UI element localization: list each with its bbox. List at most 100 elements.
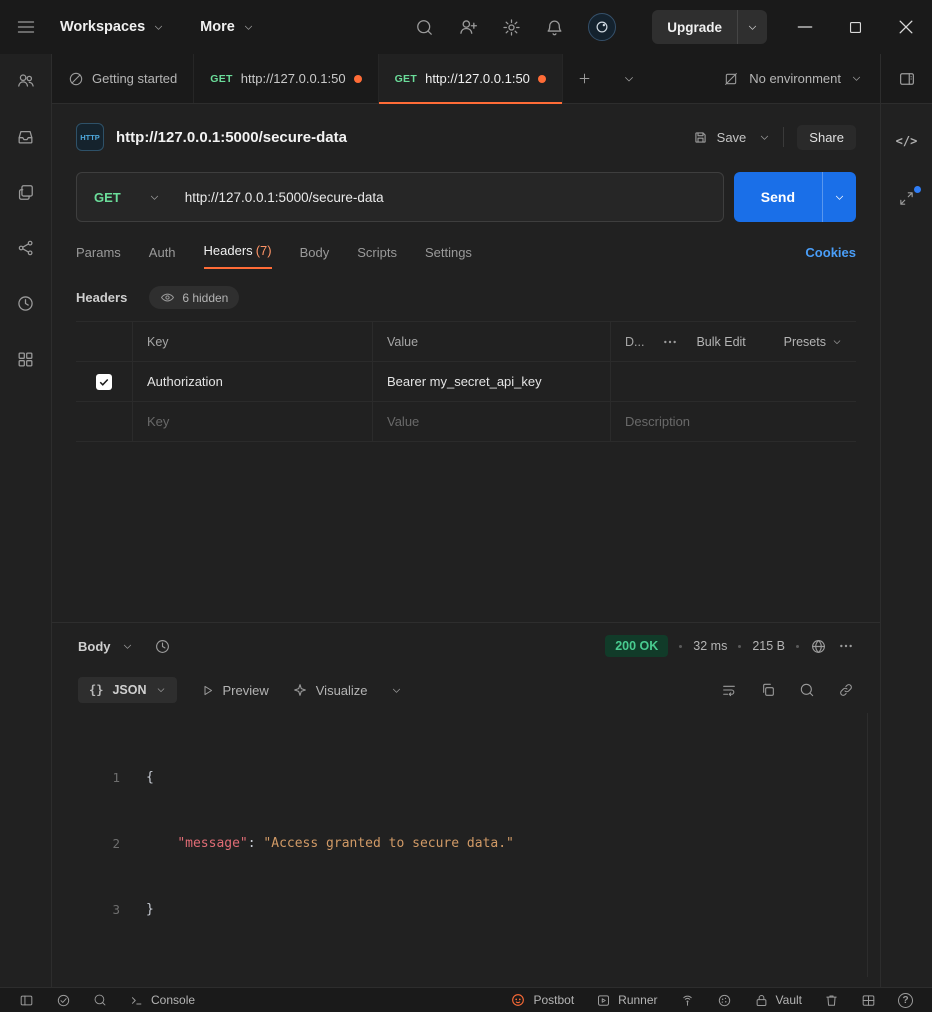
response-body-viewer[interactable]: 1 { 2 "message": "Access granted to secu… — [52, 711, 880, 987]
tab-params[interactable]: Params — [76, 245, 121, 269]
value-cell-placeholder[interactable]: Value — [372, 402, 610, 441]
value-cell[interactable]: Bearer my_secret_api_key — [372, 362, 610, 401]
upgrade-button[interactable]: Upgrade — [652, 10, 767, 44]
environments-icon[interactable] — [16, 183, 35, 202]
workspaces-menu[interactable]: Workspaces — [60, 19, 164, 35]
two-pane-view-button[interactable] — [850, 993, 887, 1008]
collections-icon[interactable] — [16, 127, 35, 146]
key-cell-placeholder[interactable]: Key — [132, 402, 372, 441]
cookies-link[interactable]: Cookies — [805, 245, 856, 269]
user-avatar[interactable] — [588, 13, 616, 41]
method-select[interactable]: GET — [77, 190, 177, 205]
upgrade-chevron-icon[interactable] — [737, 10, 767, 44]
send-label[interactable]: Send — [734, 172, 822, 222]
request-editor: HTTP http://127.0.0.1:5000/secure-data S… — [52, 104, 880, 622]
settings-gear-icon[interactable] — [502, 18, 521, 37]
cookie-icon — [717, 993, 732, 1008]
share-button[interactable]: Share — [797, 125, 856, 150]
preview-label: Preview — [223, 683, 269, 698]
bulk-edit-button[interactable]: Bulk Edit — [696, 335, 745, 349]
topbar-actions: Upgrade — [415, 10, 767, 44]
tab-getting-started[interactable]: Getting started — [52, 54, 194, 103]
more-tools-grid-icon[interactable] — [16, 350, 35, 369]
code-line: 1 { — [52, 767, 880, 789]
tab-body[interactable]: Body — [300, 245, 330, 269]
status-badge[interactable]: 200 OK — [605, 635, 668, 657]
help-button[interactable]: ? — [887, 993, 924, 1008]
capture-requests-button[interactable] — [669, 993, 706, 1008]
postbot-icon — [510, 992, 526, 1008]
link-icon[interactable] — [838, 682, 854, 698]
trash-button[interactable] — [813, 993, 850, 1008]
response-more-options-icon[interactable] — [838, 638, 854, 654]
environment-selector[interactable]: No environment — [705, 54, 880, 103]
vault-button[interactable]: Vault — [743, 993, 813, 1008]
line-number: 1 — [52, 767, 120, 789]
find-button[interactable] — [82, 993, 118, 1007]
hidden-headers-toggle[interactable]: 6 hidden — [149, 286, 239, 309]
row-checkbox-checked[interactable] — [96, 374, 112, 390]
console-button[interactable]: Console — [118, 993, 206, 1008]
format-options-chevron-icon[interactable] — [391, 685, 402, 696]
scrollbar[interactable] — [867, 713, 868, 977]
invite-user-icon[interactable] — [458, 17, 478, 37]
save-options-chevron-icon[interactable] — [759, 132, 770, 143]
description-cell-placeholder[interactable]: Description — [610, 402, 856, 441]
cookies-button[interactable] — [706, 993, 743, 1008]
search-response-icon[interactable] — [799, 682, 815, 698]
history-icon[interactable] — [16, 294, 35, 313]
chevron-down-icon[interactable] — [122, 641, 133, 652]
statusbar-right: Postbot Runner Vault ? — [499, 992, 924, 1008]
globe-icon[interactable] — [810, 638, 827, 655]
flows-icon[interactable] — [17, 239, 35, 257]
expand-panel-icon[interactable] — [898, 190, 915, 207]
tab-auth[interactable]: Auth — [149, 245, 176, 269]
divider — [783, 127, 784, 147]
notifications-bell-icon[interactable] — [545, 18, 564, 37]
status-bar: Console Postbot Runner Vault ? — [0, 987, 932, 1012]
save-button[interactable]: Save — [692, 129, 747, 146]
preview-button[interactable]: Preview — [200, 683, 269, 698]
upgrade-label[interactable]: Upgrade — [652, 10, 737, 44]
request-tab-strip: Getting started GET http://127.0.0.1:50 … — [52, 54, 880, 104]
response-format-dropdown[interactable]: {} JSON — [78, 677, 177, 703]
runner-button[interactable]: Runner — [585, 993, 668, 1008]
window-minimize-icon[interactable] — [795, 17, 815, 37]
copy-icon[interactable] — [760, 682, 776, 698]
visualize-icon — [292, 682, 308, 698]
send-options-chevron-icon[interactable] — [822, 172, 856, 222]
row-checkbox-cell — [76, 402, 132, 441]
key-cell[interactable]: Authorization — [132, 362, 372, 401]
send-button[interactable]: Send — [734, 172, 856, 222]
tab-request-1[interactable]: GET http://127.0.0.1:50 — [194, 54, 378, 103]
new-tab-plus-icon[interactable] — [563, 54, 607, 103]
postbot-button[interactable]: Postbot — [499, 992, 585, 1008]
response-size[interactable]: 215 B — [752, 639, 785, 653]
tab-headers[interactable]: Headers(7) — [204, 243, 272, 269]
tab-settings[interactable]: Settings — [425, 245, 472, 269]
layout-grid-icon — [861, 993, 876, 1008]
wrap-text-icon[interactable] — [721, 682, 737, 698]
description-cell[interactable] — [610, 362, 856, 401]
team-icon[interactable] — [16, 71, 35, 90]
search-icon[interactable] — [415, 18, 434, 37]
response-body-dropdown[interactable]: Body — [78, 639, 111, 654]
code-snippet-icon[interactable]: </> — [896, 134, 918, 148]
connection-status-button[interactable] — [45, 993, 82, 1008]
url-input[interactable]: http://127.0.0.1:5000/secure-data — [177, 190, 384, 205]
hamburger-menu-icon[interactable] — [16, 17, 36, 37]
response-history-icon[interactable] — [154, 638, 171, 655]
tab-request-2-active[interactable]: GET http://127.0.0.1:50 — [379, 54, 563, 103]
window-maximize-icon[interactable] — [847, 19, 864, 36]
more-menu[interactable]: More — [200, 19, 254, 35]
environment-quick-look[interactable] — [881, 54, 932, 104]
code-text: "message": "Access granted to secure dat… — [120, 833, 514, 855]
window-close-icon[interactable] — [896, 17, 916, 37]
visualize-button[interactable]: Visualize — [292, 682, 368, 698]
response-time[interactable]: 32 ms — [693, 639, 727, 653]
tab-scripts[interactable]: Scripts — [357, 245, 397, 269]
more-options-icon[interactable] — [662, 334, 678, 350]
presets-dropdown[interactable]: Presets — [784, 335, 842, 349]
tab-options-chevron-icon[interactable] — [607, 54, 651, 103]
toggle-sidebar-button[interactable] — [8, 993, 45, 1008]
